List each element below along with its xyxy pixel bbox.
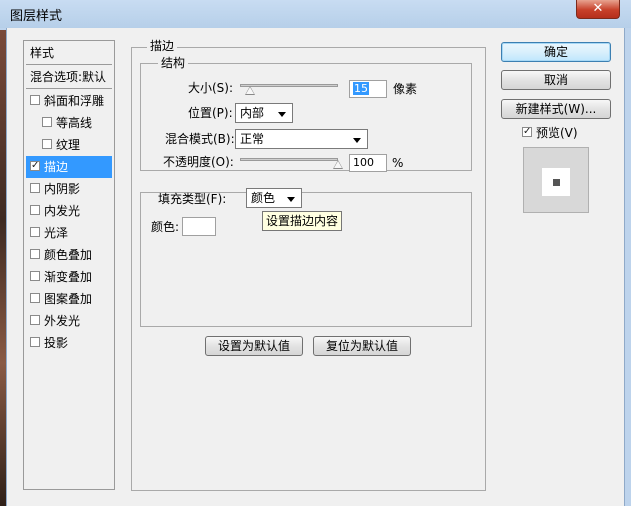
style-item-label: 内发光 — [44, 204, 81, 218]
fill-type-select[interactable]: 颜色 — [246, 188, 302, 208]
style-item-label: 光泽 — [44, 226, 69, 240]
preview-dot — [553, 179, 560, 186]
checkbox-icon[interactable] — [30, 227, 40, 237]
style-item[interactable]: 渐变叠加 — [26, 266, 112, 288]
size-unit: 像素 — [393, 82, 418, 96]
style-item[interactable]: 等高线 — [26, 112, 112, 134]
structure-group-title: 结构 — [158, 56, 189, 70]
make-default-button[interactable]: 设置为默认值 — [205, 336, 303, 356]
styles-list: 样式 混合选项:默认 斜面和浮雕等高线纹理 ✓ 描边内阴影内发光光泽颜色叠加渐变叠加… — [23, 40, 115, 490]
style-item[interactable]: 颜色叠加 — [26, 244, 112, 266]
style-item-label: 描边 — [44, 160, 69, 174]
position-value: 内部 — [240, 106, 265, 120]
checkbox-icon[interactable]: ✓ — [30, 161, 40, 171]
opacity-label: 不透明度(O): — [163, 155, 234, 169]
color-label: 颜色: — [151, 220, 180, 234]
style-item[interactable]: 光泽 — [26, 222, 112, 244]
style-item-label: 投影 — [44, 336, 69, 350]
new-style-button[interactable]: 新建样式(W)... — [501, 99, 611, 119]
styles-list-header[interactable]: 样式 — [26, 42, 116, 64]
size-slider-thumb[interactable] — [244, 86, 255, 95]
checkbox-icon[interactable] — [30, 95, 40, 105]
position-label: 位置(P): — [188, 106, 233, 120]
style-item[interactable]: 内阴影 — [26, 178, 112, 200]
style-item[interactable]: 纹理 — [26, 134, 112, 156]
style-item[interactable]: 内发光 — [26, 200, 112, 222]
check-icon: ✓ — [522, 126, 532, 137]
dialog-body: 样式 混合选项:默认 斜面和浮雕等高线纹理 ✓ 描边内阴影内发光光泽颜色叠加渐变叠加… — [6, 28, 625, 506]
style-item-label: 渐变叠加 — [44, 270, 93, 284]
checkbox-icon[interactable] — [30, 205, 40, 215]
blend-mode-value: 正常 — [240, 132, 265, 146]
style-item[interactable]: 斜面和浮雕 — [26, 90, 112, 112]
list-divider — [26, 88, 112, 89]
opacity-slider[interactable] — [240, 158, 338, 161]
style-item-label: 斜面和浮雕 — [44, 94, 105, 108]
fill-type-label: 填充类型(F): — [158, 192, 227, 206]
style-item-label: 颜色叠加 — [44, 248, 93, 262]
size-value: 15 — [353, 82, 369, 95]
checkbox-icon[interactable] — [30, 249, 40, 259]
cancel-button[interactable]: 取消 — [501, 70, 611, 90]
style-item-label: 外发光 — [44, 314, 81, 328]
blend-mode-label: 混合模式(B): — [165, 132, 235, 146]
style-preview — [523, 147, 589, 213]
size-input[interactable]: 15 — [349, 80, 387, 98]
checkbox-icon[interactable] — [30, 337, 40, 347]
checkbox-icon[interactable] — [42, 139, 52, 149]
opacity-input[interactable]: 100 — [349, 154, 387, 172]
checkbox-icon[interactable] — [30, 293, 40, 303]
preview-swatch — [542, 168, 570, 196]
opacity-unit: % — [392, 156, 404, 170]
chevron-down-icon — [278, 112, 286, 117]
style-item[interactable]: 投影 — [26, 332, 112, 354]
stroke-group-title: 描边 — [147, 39, 178, 53]
layer-style-dialog: 图层样式 ✕ 样式 混合选项:默认 斜面和浮雕 等高线 纹理 ✓ 描边 内阴影 内发光 光泽颜… — [0, 0, 631, 506]
fill-type-value: 颜色 — [251, 191, 276, 205]
checkbox-icon[interactable] — [30, 315, 40, 325]
opacity-slider-thumb[interactable] — [333, 160, 343, 169]
close-button[interactable]: ✕ — [576, 0, 620, 19]
chevron-down-icon — [287, 197, 295, 202]
list-divider — [26, 64, 112, 65]
blend-options-item[interactable]: 混合选项:默认 — [26, 66, 116, 88]
position-select[interactable]: 内部 — [235, 103, 293, 123]
title-bar[interactable]: 图层样式 ✕ — [0, 0, 631, 28]
color-swatch[interactable] — [182, 217, 216, 236]
chevron-down-icon — [353, 138, 361, 143]
checkbox-icon[interactable] — [30, 183, 40, 193]
preview-label: 预览(V) — [536, 126, 578, 140]
style-item[interactable]: ✓ 描边 — [26, 156, 112, 178]
style-item-label: 图案叠加 — [44, 292, 93, 306]
style-item[interactable]: 外发光 — [26, 310, 112, 332]
checkbox-icon[interactable] — [42, 117, 52, 127]
style-item-label: 等高线 — [56, 116, 93, 130]
checkbox-icon[interactable] — [30, 271, 40, 281]
ok-button[interactable]: 确定 — [501, 42, 611, 62]
blend-mode-select[interactable]: 正常 — [235, 129, 368, 149]
style-item-label: 纹理 — [56, 138, 81, 152]
tooltip: 设置描边内容 — [262, 211, 343, 231]
style-item-label: 内阴影 — [44, 182, 81, 196]
style-item[interactable]: 图案叠加 — [26, 288, 112, 310]
size-label: 大小(S): — [188, 81, 234, 95]
reset-default-button[interactable]: 复位为默认值 — [313, 336, 411, 356]
window-title: 图层样式 — [10, 9, 63, 24]
